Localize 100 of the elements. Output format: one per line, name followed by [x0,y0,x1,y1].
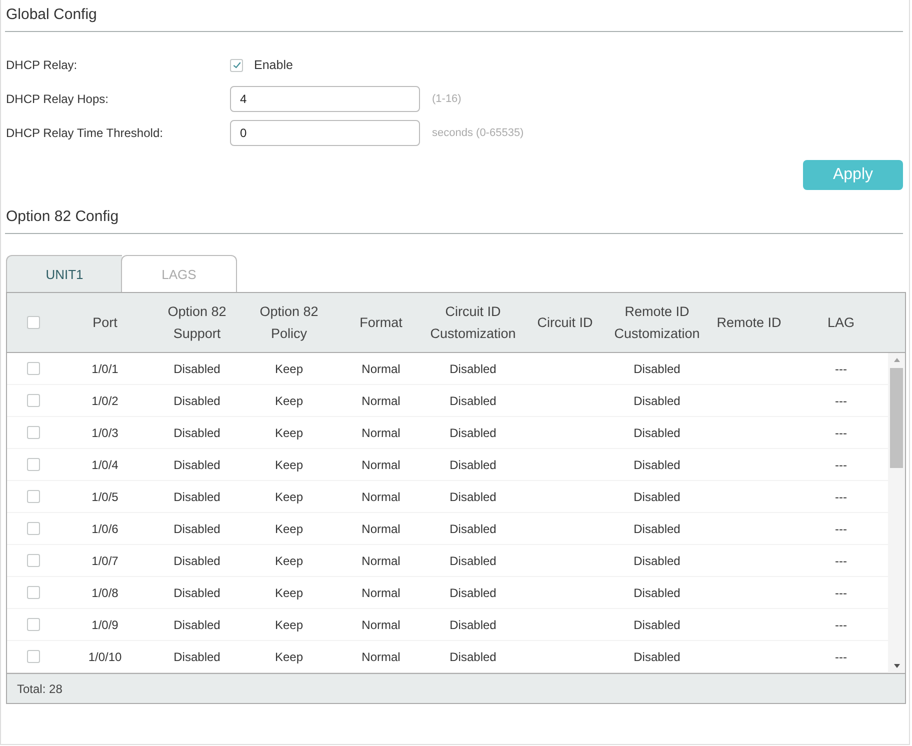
checkbox[interactable] [26,394,40,407]
checkbox-label: Enable [254,58,293,72]
checkbox[interactable] [26,586,40,599]
table-cell: --- [835,458,847,472]
field-label: DHCP Relay Hops: [5,92,110,106]
table-cell: Disabled [634,490,680,504]
table-cell: Disabled [450,650,496,664]
table-cell: 1/0/10 [88,650,122,664]
table-cell: 1/0/1 [92,362,118,376]
table-cell: Keep [274,522,304,536]
input-field[interactable]: 4 [230,86,420,112]
column-header: Remote ID Customization [613,302,701,342]
table-cell: Disabled [450,458,496,472]
table-cell: Disabled [634,650,680,664]
table-cell: Disabled [634,426,680,440]
table-cell: Keep [274,650,304,664]
table-cell: 1/0/7 [92,554,118,568]
table-cell: 1/0/5 [92,490,118,504]
table-cell: Disabled [174,586,220,600]
scroll-up-icon[interactable] [892,357,900,363]
table-cell: Disabled [634,618,680,632]
table-cell: Normal [362,394,400,408]
table-cell: Disabled [174,554,220,568]
table-cell: Keep [274,426,304,440]
table-cell: Normal [362,586,400,600]
scrollbar[interactable] [888,353,905,673]
table-cell: Disabled [174,618,220,632]
table-cell: Disabled [450,490,496,504]
checkbox[interactable] [26,650,40,663]
scrollbar-thumb[interactable] [890,368,903,468]
table-cell: Disabled [450,586,496,600]
table-cell: Disabled [450,522,496,536]
table-cell: Disabled [174,426,220,440]
column-header: Port [92,314,118,332]
table-cell: Normal [362,554,400,568]
section-title: Option 82 Config [5,202,903,234]
column-header: Option 82 Policy [258,302,320,343]
checkbox[interactable] [26,426,40,439]
field-label: DHCP Relay: [5,58,78,72]
table-cell: 1/0/6 [92,522,118,536]
hint-text: seconds (0-65535) [432,127,524,139]
column-header: Circuit ID Customization [429,302,517,342]
table-cell: Normal [362,362,400,376]
checkbox[interactable] [230,58,243,72]
column-header: Circuit ID [537,314,593,332]
input-field[interactable]: 0 [230,120,420,146]
checkbox[interactable] [26,316,40,329]
field-label: DHCP Relay Time Threshold: [5,126,164,140]
table-cell: Keep [274,490,304,504]
table-cell: 1/0/4 [92,458,118,472]
table-cell: --- [835,362,847,376]
tab[interactable]: UNIT1 [6,255,122,292]
checkbox[interactable] [26,554,40,567]
table-cell: Normal [362,490,400,504]
table-cell: Normal [362,618,400,632]
table-cell: --- [835,394,847,408]
table-cell: Normal [362,522,400,536]
checkbox[interactable] [26,490,40,503]
column-header: Remote ID [716,314,782,332]
table-cell: --- [835,426,847,440]
checkbox[interactable] [26,618,40,631]
table-cell: Disabled [450,554,496,568]
table-cell: --- [835,522,847,536]
section-title: Global Config [5,0,903,32]
table-cell: Keep [274,586,304,600]
table-cell: Disabled [450,426,496,440]
checkbox[interactable] [26,522,40,535]
table-cell: Disabled [634,362,680,376]
table-cell: Keep [274,554,304,568]
table-cell: 1/0/2 [92,394,118,408]
table-cell: --- [835,586,847,600]
table-cell: Disabled [174,362,220,376]
table-cell: Normal [362,650,400,664]
checkbox[interactable] [26,458,40,471]
hint-text: (1-16) [432,93,462,105]
total-count: Total: 28 [17,682,62,696]
table-cell: Disabled [634,586,680,600]
table-cell: Disabled [634,522,680,536]
table-cell: Normal [362,426,400,440]
table-cell: Disabled [634,394,680,408]
scroll-down-icon[interactable] [892,663,900,669]
table-cell: --- [835,554,847,568]
table-cell: Disabled [634,458,680,472]
table-cell: Disabled [174,650,220,664]
table-cell: Disabled [174,394,220,408]
table-cell: Keep [274,394,304,408]
table-cell: Disabled [450,618,496,632]
table-cell: 1/0/9 [92,618,118,632]
table-cell: Disabled [174,458,220,472]
table-cell: Disabled [174,490,220,504]
checkbox[interactable] [26,362,40,375]
table-cell: --- [835,650,847,664]
table-cell: 1/0/3 [92,426,118,440]
column-header: LAG [827,314,854,332]
table-cell: --- [835,618,847,632]
table-cell: Disabled [450,394,496,408]
table-cell: Keep [274,362,304,376]
table-cell: --- [835,490,847,504]
column-header: Option 82 Support [166,302,228,343]
table-cell: 1/0/8 [92,586,118,600]
